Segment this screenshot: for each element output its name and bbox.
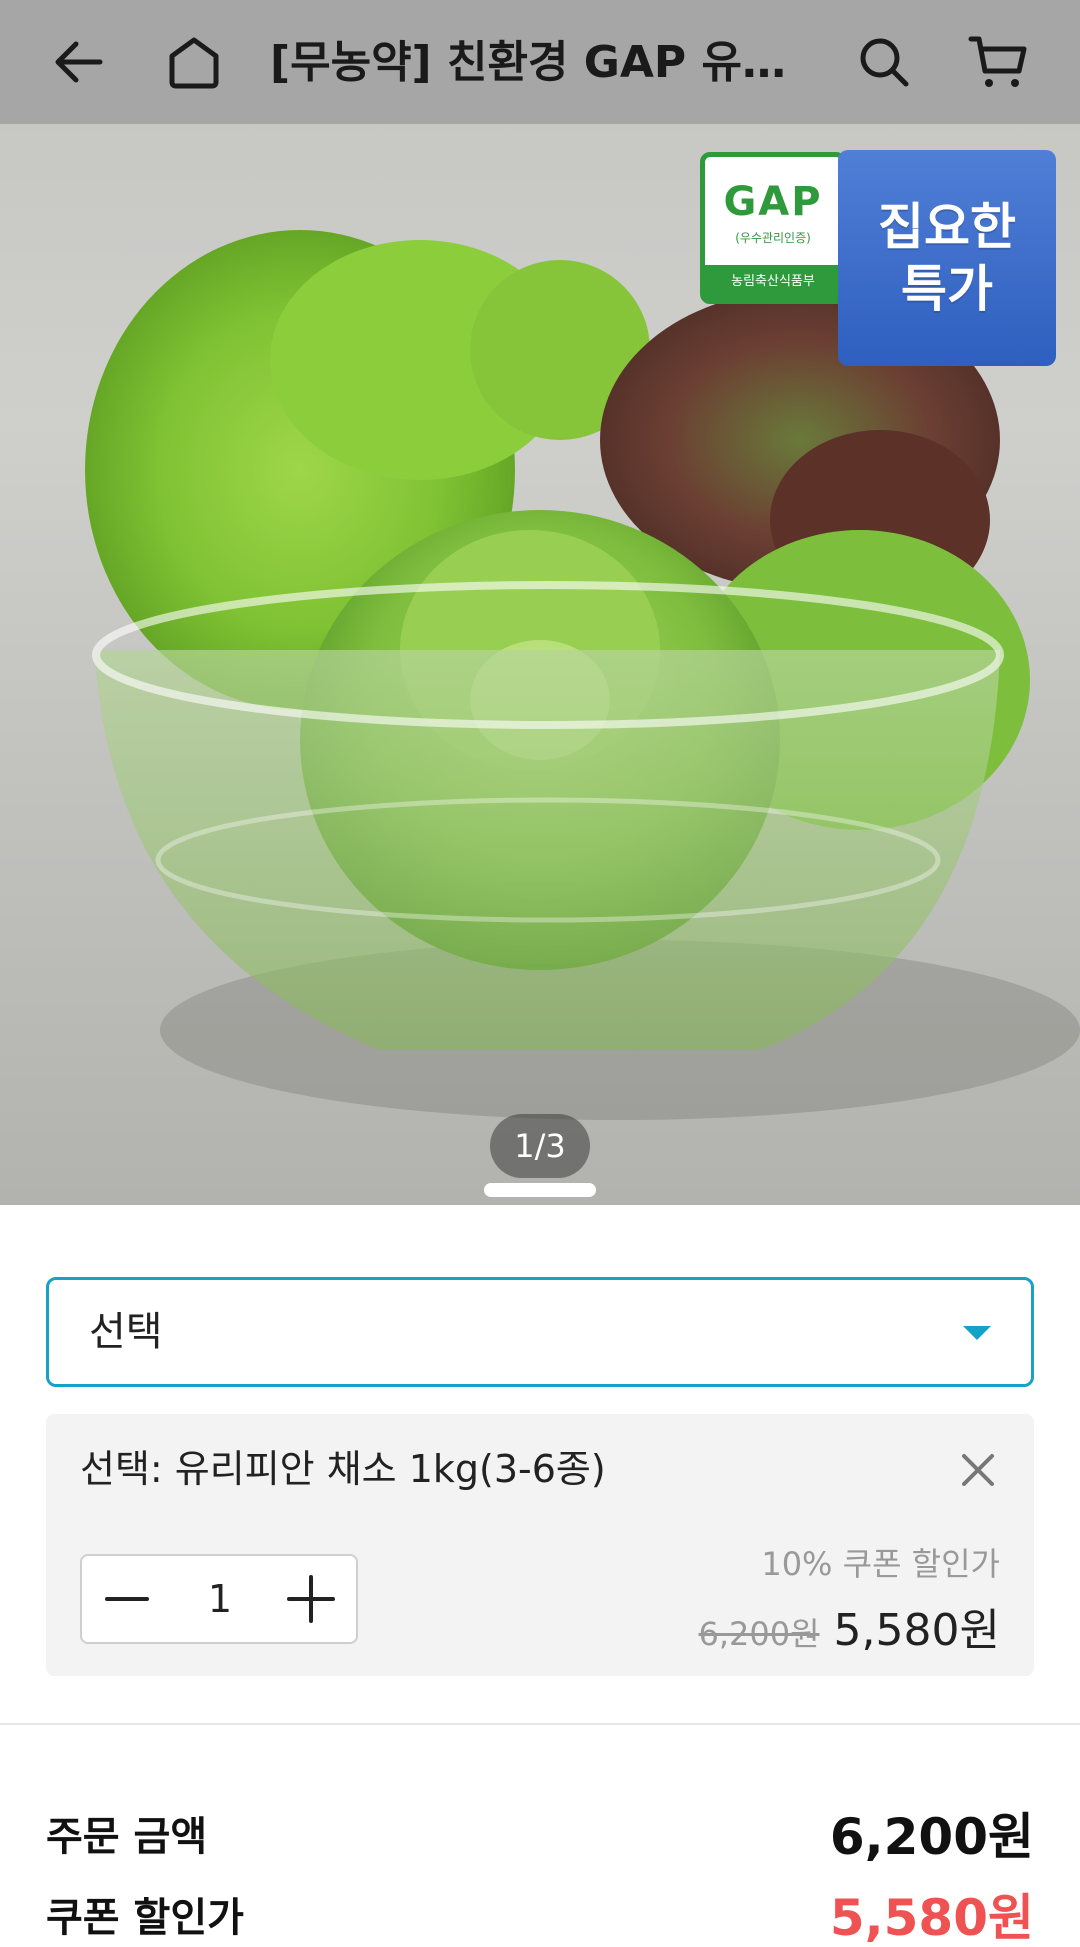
product-image-carousel[interactable]: [무농약] 친환경 GAP 유러… GAP (우수관리인증) 농림축산식품부 집… (0, 0, 1080, 1205)
minus-icon (105, 1597, 149, 1601)
cart-icon (968, 36, 1027, 87)
close-icon (962, 1454, 994, 1486)
sale-price: 5,580원 (833, 1605, 1000, 1656)
caret-down-icon (963, 1326, 991, 1340)
selected-option-card: 선택: 유리피안 채소 1kg(3-6종) 1 10% 쿠폰 할인가 6,200… (46, 1414, 1034, 1676)
sheet-drag-handle[interactable] (484, 1183, 596, 1197)
plus-icon (287, 1575, 335, 1623)
coupon-price-label: 쿠폰 할인가 (46, 1895, 244, 1941)
gap-certification-badge: GAP (우수관리인증) 농림축산식품부 (700, 152, 846, 304)
back-button[interactable] (40, 22, 120, 102)
section-divider (0, 1723, 1080, 1725)
product-page: [무농약] 친환경 GAP 유러… GAP (우수관리인증) 농림축산식품부 집… (0, 0, 1080, 1947)
home-icon (169, 37, 219, 89)
image-page-indicator: 1/3 (490, 1114, 590, 1178)
gap-badge-subtitle: (우수관리인증) (735, 231, 811, 245)
selected-option-name: 선택: 유리피안 채소 1kg(3-6종) (80, 1447, 606, 1491)
decrease-quantity-button[interactable] (82, 1556, 172, 1642)
coupon-price-row: 쿠폰 할인가 5,580원 (46, 1886, 1034, 1947)
deal-badge-line2: 특가 (901, 260, 993, 318)
search-button[interactable] (844, 22, 924, 102)
deal-badge-line1: 집요한 (878, 198, 1016, 256)
order-amount-value: 6,200원 (829, 1808, 1034, 1866)
option-select-label: 선택 (89, 1309, 163, 1355)
increase-quantity-button[interactable] (266, 1556, 356, 1642)
cart-button[interactable] (958, 22, 1038, 102)
back-arrow-icon (55, 41, 103, 83)
option-bottom-sheet: 선택 선택: 유리피안 채소 1kg(3-6종) 1 10% 쿠폰 할인가 6,… (0, 1220, 1080, 1947)
home-button[interactable] (154, 22, 234, 102)
gap-badge-title: GAP (723, 179, 823, 225)
special-deal-badge: 집요한 특가 (838, 150, 1056, 366)
original-price: 6,200원 (698, 1615, 820, 1653)
order-amount-row: 주문 금액 6,200원 (46, 1805, 1034, 1869)
option-price: 6,200원 5,580원 (698, 1594, 1000, 1656)
remove-option-button[interactable] (952, 1444, 1004, 1496)
search-icon (860, 38, 909, 87)
quantity-stepper: 1 (80, 1554, 358, 1644)
option-select-dropdown[interactable]: 선택 (46, 1277, 1034, 1387)
page-title: [무농약] 친환경 GAP 유러… (270, 37, 810, 88)
header-bar: [무농약] 친환경 GAP 유러… (0, 0, 1080, 124)
gap-badge-footer: 농림축산식품부 (705, 265, 841, 299)
coupon-discount-label: 10% 쿠폰 할인가 (761, 1545, 1000, 1583)
quantity-value[interactable]: 1 (172, 1556, 268, 1642)
coupon-price-value: 5,580원 (829, 1889, 1034, 1947)
order-amount-label: 주문 금액 (46, 1814, 208, 1860)
